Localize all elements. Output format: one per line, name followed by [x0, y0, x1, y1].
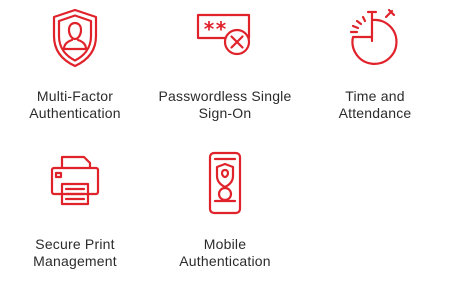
feature-label: Time and Attendance [300, 88, 450, 122]
feature-label-line2: Attendance [338, 105, 412, 121]
password-cancel-icon: ** [196, 13, 251, 56]
feature-grid: Multi-Factor Authentication ** Passwordl… [0, 0, 450, 287]
feature-time-and-attendance: Time and Attendance [300, 0, 450, 130]
feature-mobile-authentication: Mobile Authentication [150, 145, 300, 287]
feature-secure-print-management: Secure Print Management [0, 145, 150, 287]
feature-label-line2: Management [33, 253, 117, 269]
password-mask-text: ** [203, 17, 227, 41]
feature-label-line1: Secure Print [35, 236, 115, 252]
shield-user-icon [52, 8, 98, 68]
feature-label-line2: Authentication [179, 253, 271, 269]
feature-label-line2: Sign-On [198, 105, 252, 121]
printer-icon [50, 155, 100, 206]
feature-label: Passwordless Single Sign-On [150, 88, 300, 122]
stopwatch-icon [349, 8, 398, 65]
feature-label-line1: Time and [345, 88, 405, 104]
feature-label: Multi-Factor Authentication [0, 88, 150, 122]
feature-label-line1: Passwordless Single [158, 88, 292, 104]
feature-label: Secure Print Management [0, 236, 150, 270]
feature-passwordless-sso: ** Passwordless Single Sign-On [150, 0, 300, 130]
feature-label-line1: Multi-Factor [36, 88, 114, 104]
feature-label: Mobile Authentication [150, 236, 300, 270]
feature-label-line1: Mobile [203, 236, 247, 252]
mobile-badge-icon [208, 151, 242, 215]
feature-label-line2: Authentication [29, 105, 121, 121]
feature-multi-factor-authentication: Multi-Factor Authentication [0, 0, 150, 130]
